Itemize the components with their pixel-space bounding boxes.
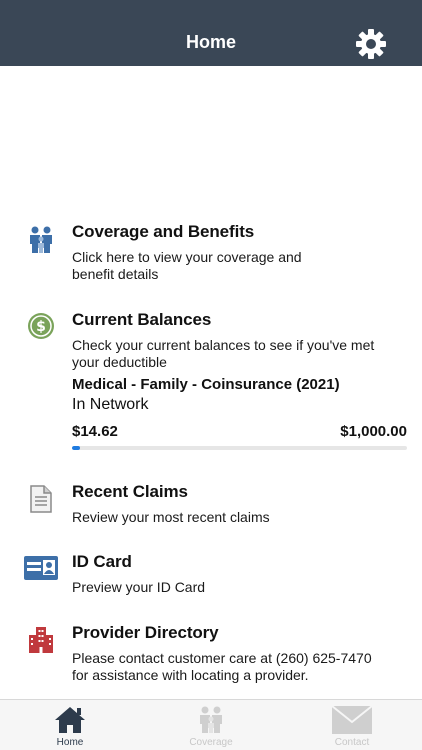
tab-contact-label: Contact <box>334 737 370 748</box>
plan-name: Medical - Family - Coinsurance (2021) <box>72 376 340 393</box>
claims-description: Review your most recent claims <box>72 509 270 525</box>
claims-title: Recent Claims <box>72 482 188 501</box>
balances-description-line2: your deductible <box>72 354 167 370</box>
svg-text:$: $ <box>36 319 46 335</box>
tab-bar: Home Coverage Contact <box>0 699 422 750</box>
nav-header: Home <box>0 0 422 66</box>
amount-met: $14.62 <box>72 423 118 440</box>
id-card-icon <box>22 551 60 585</box>
balances-title: Current Balances <box>72 310 212 329</box>
envelope-icon <box>331 705 373 734</box>
amount-total: $1,000.00 <box>340 423 407 440</box>
provider-description-line2: for assistance with locating a provider. <box>72 667 309 683</box>
gear-icon <box>356 29 386 59</box>
family-icon <box>24 223 58 257</box>
coverage-description-line1: Click here to view your coverage and <box>72 249 302 265</box>
tab-coverage[interactable]: Coverage <box>141 700 281 750</box>
tab-coverage-label: Coverage <box>189 737 233 748</box>
coverage-description-line2: benefit details <box>72 266 159 282</box>
tab-home-label: Home <box>56 737 84 748</box>
document-icon <box>24 482 58 516</box>
building-icon <box>24 623 58 657</box>
family-icon <box>200 706 222 733</box>
settings-button[interactable] <box>354 27 388 61</box>
deductible-progress-bar <box>72 446 407 450</box>
balances-description-line1: Check your current balances to see if yo… <box>72 337 375 353</box>
deductible-progress-fill <box>72 446 81 450</box>
coverage-title: Coverage and Benefits <box>72 222 255 241</box>
network-label: In Network <box>72 396 149 413</box>
dollar-coin-icon: $ <box>24 309 58 343</box>
provider-description-line1: Please contact customer care at (260) 62… <box>72 650 372 666</box>
idcard-description: Preview your ID Card <box>72 579 206 595</box>
provider-title: Provider Directory <box>72 623 219 642</box>
house-icon <box>55 707 85 733</box>
idcard-title: ID Card <box>72 552 132 571</box>
tab-contact[interactable]: Contact <box>282 700 422 750</box>
tab-home[interactable]: Home <box>0 700 140 750</box>
